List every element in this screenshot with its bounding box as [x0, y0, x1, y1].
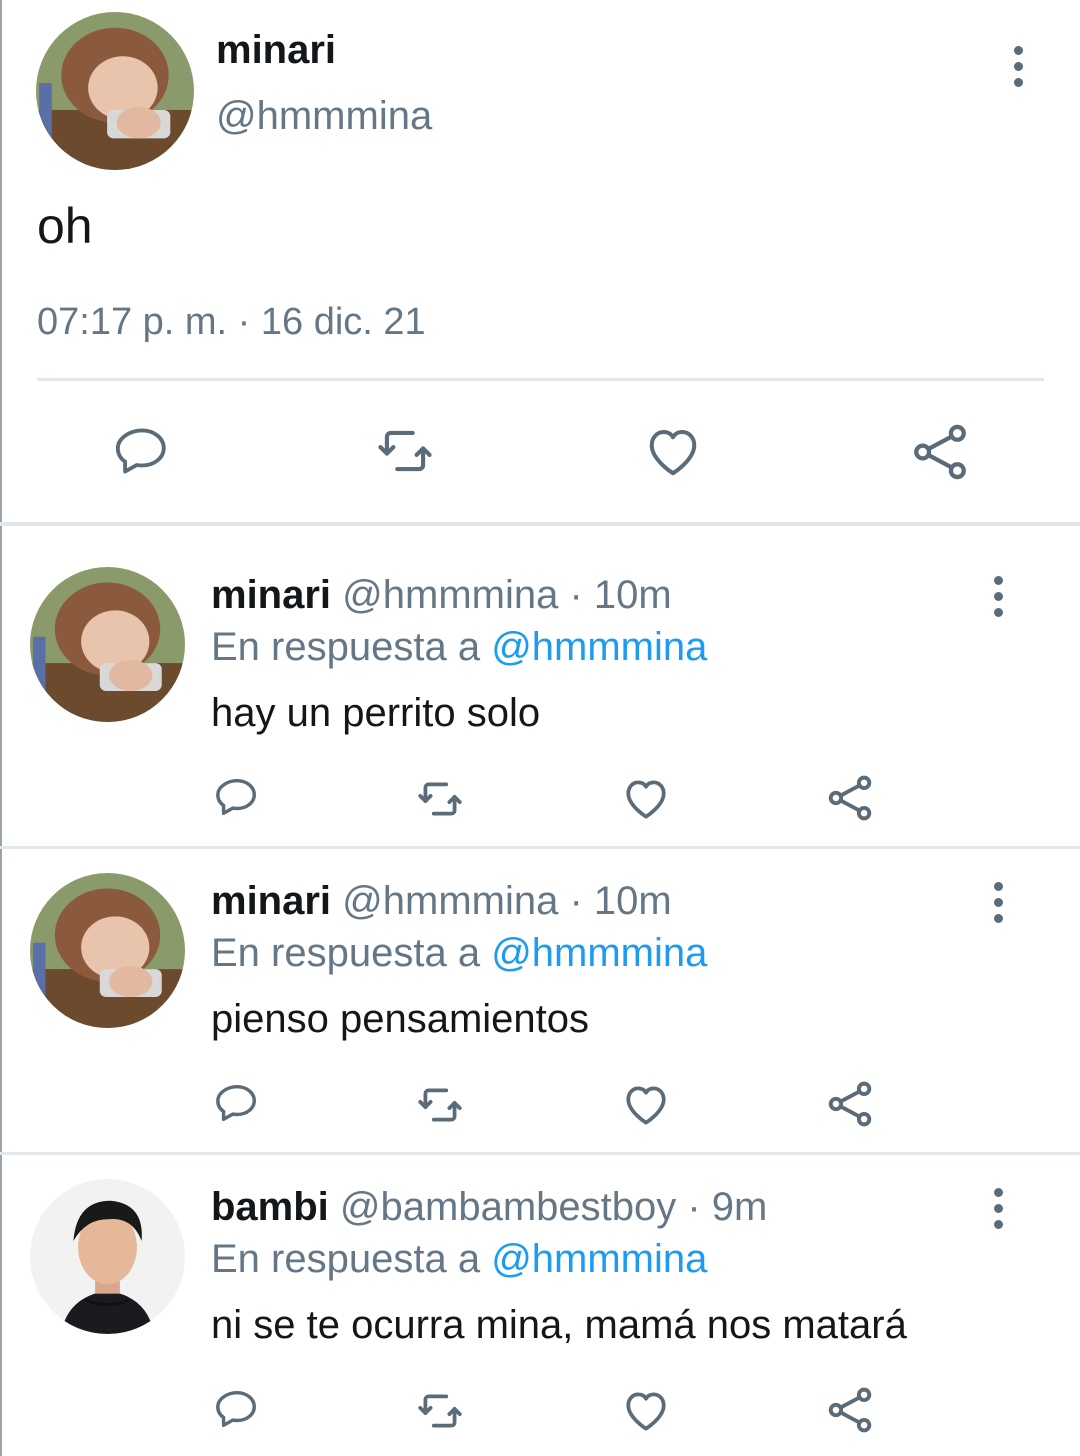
reply-icon[interactable] — [214, 1080, 260, 1126]
reply-context-label: En respuesta a — [211, 1237, 481, 1281]
reply-time[interactable]: · 10m — [570, 573, 672, 617]
reply-author-handle[interactable]: @hmmmina — [342, 573, 558, 617]
retweet-icon[interactable] — [412, 1386, 468, 1436]
avatar[interactable] — [30, 567, 185, 722]
reply-header: bambi @bambambestboy · 9m — [211, 1184, 767, 1230]
reply-author-name[interactable]: minari — [211, 573, 331, 617]
retweet-icon[interactable] — [412, 1080, 468, 1130]
avatar[interactable] — [30, 1179, 185, 1334]
reply-text: ni se te ocurra mina, mamá nos matará — [211, 1303, 907, 1347]
reply-header: minari @hmmmina · 10m — [211, 572, 672, 618]
avatar[interactable] — [30, 873, 185, 1028]
author-name[interactable]: minari — [216, 28, 336, 72]
left-border — [0, 0, 2, 1456]
section-divider — [0, 522, 1080, 526]
share-icon[interactable] — [824, 1078, 876, 1130]
author-handle[interactable]: @hmmmina — [216, 94, 432, 138]
share-icon[interactable] — [824, 1384, 876, 1436]
retweet-icon[interactable] — [412, 774, 468, 824]
reply-time[interactable]: · 9m — [687, 1185, 767, 1229]
reply-time[interactable]: · 10m — [570, 879, 672, 923]
more-options-icon[interactable] — [988, 576, 1008, 617]
section-divider — [0, 1152, 1080, 1155]
reply-context-label: En respuesta a — [211, 625, 481, 669]
reply-header: minari @hmmmina · 10m — [211, 878, 672, 924]
reply-author-handle[interactable]: @bambambestboy — [340, 1185, 676, 1229]
like-icon[interactable] — [620, 1080, 672, 1130]
reply-context-label: En respuesta a — [211, 931, 481, 975]
avatar[interactable] — [36, 12, 194, 170]
reply-icon[interactable] — [214, 774, 260, 820]
more-options-icon[interactable] — [1008, 46, 1028, 87]
reply-text: pienso pensamientos — [211, 997, 590, 1041]
like-icon[interactable] — [620, 1386, 672, 1436]
retweet-icon[interactable] — [370, 420, 440, 482]
share-icon[interactable] — [824, 772, 876, 824]
like-icon[interactable] — [642, 422, 704, 482]
avatar-photo-bambi — [30, 1179, 185, 1334]
reply-context: En respuesta a @hmmmina — [211, 930, 707, 976]
reply-context: En respuesta a @hmmmina — [211, 1236, 707, 1282]
tweet-timestamp[interactable]: 07:17 p. m. · 16 dic. 21 — [37, 300, 426, 344]
avatar-photo-minari — [30, 873, 185, 1028]
reply-context: En respuesta a @hmmmina — [211, 624, 707, 670]
reply-icon[interactable] — [214, 1386, 260, 1432]
reply-to-link[interactable]: @hmmmina — [491, 931, 707, 975]
more-options-icon[interactable] — [988, 1188, 1008, 1229]
section-divider — [0, 846, 1080, 849]
share-icon[interactable] — [908, 420, 972, 484]
avatar-photo-minari — [36, 12, 194, 170]
reply-to-link[interactable]: @hmmmina — [491, 1237, 707, 1281]
reply-author-handle[interactable]: @hmmmina — [342, 879, 558, 923]
reply-icon[interactable] — [113, 422, 171, 480]
reply-author-name[interactable]: bambi — [211, 1185, 329, 1229]
like-icon[interactable] — [620, 774, 672, 824]
reply-to-link[interactable]: @hmmmina — [491, 625, 707, 669]
avatar-photo-minari — [30, 567, 185, 722]
reply-author-name[interactable]: minari — [211, 879, 331, 923]
more-options-icon[interactable] — [988, 882, 1008, 923]
divider — [37, 378, 1044, 381]
tweet-text: oh — [37, 198, 93, 254]
reply-text: hay un perrito solo — [211, 691, 541, 735]
